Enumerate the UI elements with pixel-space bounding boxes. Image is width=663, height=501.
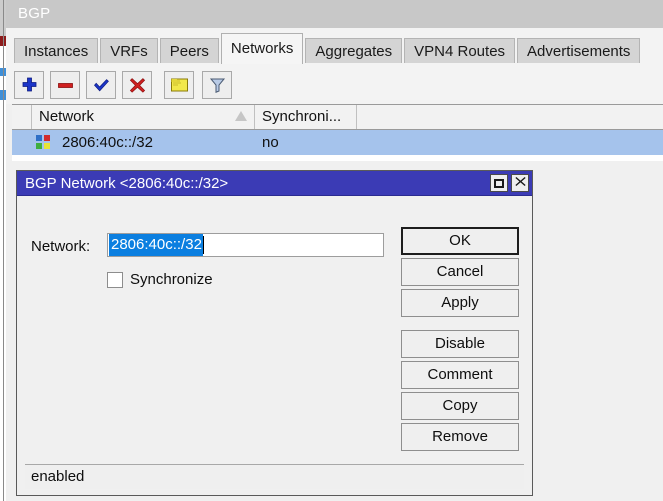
tab-networks[interactable]: Networks bbox=[220, 33, 304, 64]
table-empty-area bbox=[12, 155, 663, 161]
dialog-title: BGP Network <2806:40c::/32> bbox=[25, 175, 229, 192]
column-header-filler bbox=[357, 105, 663, 129]
plus-icon bbox=[21, 77, 38, 94]
network-input-value: 2806:40c::/32 bbox=[109, 234, 203, 256]
remove-button[interactable] bbox=[50, 71, 80, 99]
table-header: Network Synchroni... bbox=[12, 105, 663, 130]
tab-instances[interactable]: Instances bbox=[14, 38, 99, 64]
dialog-title-bar[interactable]: BGP Network <2806:40c::/32> bbox=[17, 171, 532, 196]
column-header-synchronize[interactable]: Synchroni... bbox=[255, 105, 357, 129]
add-button[interactable] bbox=[14, 71, 44, 99]
ok-button[interactable]: OK bbox=[401, 227, 519, 255]
bgp-network-dialog: BGP Network <2806:40c::/32> Network: 280… bbox=[16, 170, 533, 496]
row-cell-network: 2806:40c::/32 bbox=[62, 134, 153, 151]
tab-vpn4-routes[interactable]: VPN4 Routes bbox=[404, 38, 516, 64]
cancel-button[interactable]: Cancel bbox=[401, 258, 519, 286]
comment-button-dialog[interactable]: Comment bbox=[401, 361, 519, 389]
column-header-gutter bbox=[12, 105, 32, 129]
funnel-icon bbox=[209, 77, 226, 94]
check-icon bbox=[93, 77, 110, 94]
synchronize-checkbox[interactable] bbox=[107, 271, 123, 288]
close-icon bbox=[514, 174, 526, 192]
tab-strip: Instances VRFs Peers Networks Aggregates… bbox=[6, 28, 663, 64]
note-icon bbox=[170, 77, 189, 93]
network-input[interactable]: 2806:40c::/32 bbox=[107, 233, 384, 257]
tab-peers[interactable]: Peers bbox=[159, 38, 219, 64]
dialog-maximize-button[interactable] bbox=[490, 174, 508, 192]
apply-button[interactable]: Apply bbox=[401, 289, 519, 317]
row-cell-synchronize: no bbox=[262, 134, 279, 151]
copy-button[interactable]: Copy bbox=[401, 392, 519, 420]
toolbar bbox=[6, 64, 663, 104]
minus-icon bbox=[57, 77, 74, 94]
comment-button[interactable] bbox=[164, 71, 194, 99]
column-header-network[interactable]: Network bbox=[32, 105, 255, 129]
networks-table: Network Synchroni... 2806:40c::/32 no bbox=[12, 104, 663, 161]
disable-button[interactable] bbox=[122, 71, 152, 99]
tab-advertisements[interactable]: Advertisements bbox=[517, 38, 641, 64]
maximize-icon bbox=[494, 178, 504, 188]
table-row[interactable]: 2806:40c::/32 no bbox=[12, 130, 663, 155]
disable-button-dialog[interactable]: Disable bbox=[401, 330, 519, 358]
row-type-icon bbox=[36, 135, 58, 150]
screen: BGP Instances VRFs Peers Networks Aggreg… bbox=[0, 0, 663, 501]
column-header-network-label: Network bbox=[39, 108, 95, 125]
window-title: BGP bbox=[6, 0, 663, 28]
synchronize-label: Synchronize bbox=[130, 271, 213, 288]
enable-button[interactable] bbox=[86, 71, 116, 99]
filter-button[interactable] bbox=[202, 71, 232, 99]
dialog-status-bar: enabled bbox=[25, 464, 524, 489]
synchronize-checkbox-row[interactable]: Synchronize bbox=[107, 271, 213, 288]
remove-button-dialog[interactable]: Remove bbox=[401, 423, 519, 451]
tab-vrfs[interactable]: VRFs bbox=[100, 38, 158, 64]
dialog-body: Network: 2806:40c::/32 Synchronize OK Ca… bbox=[17, 196, 532, 495]
cross-icon bbox=[129, 77, 146, 94]
dialog-close-button[interactable] bbox=[511, 174, 529, 192]
sort-ascending-icon bbox=[235, 111, 247, 121]
tab-aggregates[interactable]: Aggregates bbox=[305, 38, 403, 64]
text-caret bbox=[202, 236, 204, 254]
network-label: Network: bbox=[31, 238, 91, 255]
bgp-window: BGP Instances VRFs Peers Networks Aggreg… bbox=[6, 0, 663, 501]
